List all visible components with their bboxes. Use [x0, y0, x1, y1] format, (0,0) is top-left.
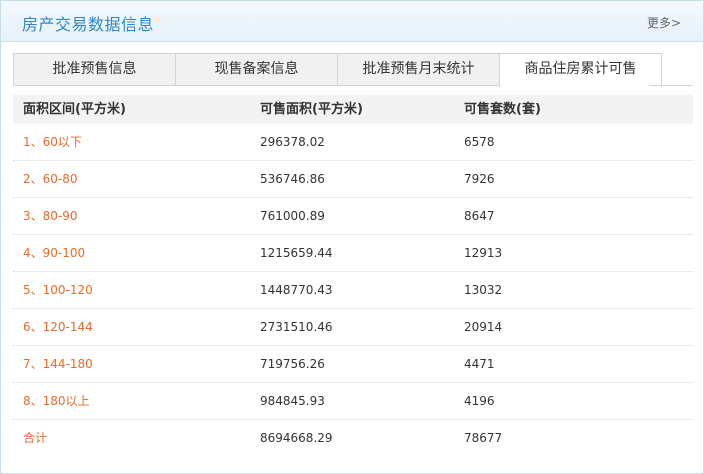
- available-area-cell: 8694668.29: [260, 431, 333, 445]
- available-area-cell: 536746.86: [260, 172, 325, 186]
- table-row: 2、60-80 536746.86 7926: [13, 161, 693, 198]
- available-units-cell: 12913: [464, 246, 503, 260]
- area-range-cell[interactable]: 1、60以下: [23, 124, 82, 161]
- table-row: 1、60以下 296378.02 6578: [13, 124, 693, 161]
- table-row: 合计 8694668.29 78677: [13, 420, 693, 457]
- available-area-cell: 1215659.44: [260, 246, 333, 260]
- header-available-units: 可售套数(套): [464, 102, 541, 117]
- available-units-cell: 8647: [464, 209, 495, 223]
- area-range-cell[interactable]: 7、144-180: [23, 346, 93, 383]
- available-area-cell: 984845.93: [260, 394, 325, 408]
- area-range-cell[interactable]: 3、80-90: [23, 198, 78, 235]
- area-range-cell: 合计: [23, 431, 48, 445]
- area-range-cell[interactable]: 6、120-144: [23, 309, 93, 346]
- available-units-cell: 20914: [464, 320, 503, 334]
- table-body: 1、60以下 296378.02 6578 2、60-80 536746.86 7926 3…: [13, 124, 693, 457]
- tab-divider: [649, 85, 693, 86]
- table-row: 8、180以上 984845.93 4196: [13, 383, 693, 420]
- available-units-cell: 13032: [464, 283, 503, 297]
- available-units-cell: 4471: [464, 357, 495, 371]
- table-row: 7、144-180 719756.26 4471: [13, 346, 693, 383]
- tab-cumulative-available[interactable]: 商品住房累计可售: [499, 53, 662, 87]
- area-range-cell[interactable]: 2、60-80: [23, 161, 78, 198]
- tab-current-sale-filing[interactable]: 现售备案信息: [175, 53, 338, 86]
- table-row: 4、90-100 1215659.44 12913: [13, 235, 693, 272]
- header-area-range: 面积区间(平方米): [23, 102, 126, 117]
- available-units-cell: 6578: [464, 135, 495, 149]
- area-range-cell[interactable]: 8、180以上: [23, 383, 90, 420]
- area-range-cell[interactable]: 5、100-120: [23, 272, 93, 309]
- header-available-area: 可售面积(平方米): [260, 102, 363, 117]
- available-area-cell: 761000.89: [260, 209, 325, 223]
- table-row: 5、100-120 1448770.43 13032: [13, 272, 693, 309]
- available-units-cell: 78677: [464, 431, 503, 445]
- table-row: 3、80-90 761000.89 8647: [13, 198, 693, 235]
- available-area-cell: 296378.02: [260, 135, 325, 149]
- available-area-cell: 1448770.43: [260, 283, 333, 297]
- available-housing-table: 面积区间(平方米) 可售面积(平方米) 可售套数(套) 1、60以下 296378…: [13, 95, 693, 457]
- tab-bar: 批准预售信息 现售备案信息 批准预售月末统计 商品住房累计可售: [13, 53, 693, 87]
- available-area-cell: 2731510.46: [260, 320, 333, 334]
- available-area-cell: 719756.26: [260, 357, 325, 371]
- available-units-cell: 4196: [464, 394, 495, 408]
- table-row: 6、120-144 2731510.46 20914: [13, 309, 693, 346]
- table-header: 面积区间(平方米) 可售面积(平方米) 可售套数(套): [13, 95, 693, 124]
- housing-data-panel: 房产交易数据信息 更多> 批准预售信息 现售备案信息 批准预售月末统计 商品住房…: [0, 0, 704, 474]
- more-link[interactable]: 更多>: [647, 14, 681, 31]
- panel-title: 房产交易数据信息: [22, 15, 155, 34]
- tab-presale-approval[interactable]: 批准预售信息: [13, 53, 176, 86]
- panel-header: 房产交易数据信息 更多>: [1, 1, 703, 42]
- area-range-cell[interactable]: 4、90-100: [23, 235, 85, 272]
- tab-presale-monthly-stats[interactable]: 批准预售月末统计: [337, 53, 500, 86]
- available-units-cell: 7926: [464, 172, 495, 186]
